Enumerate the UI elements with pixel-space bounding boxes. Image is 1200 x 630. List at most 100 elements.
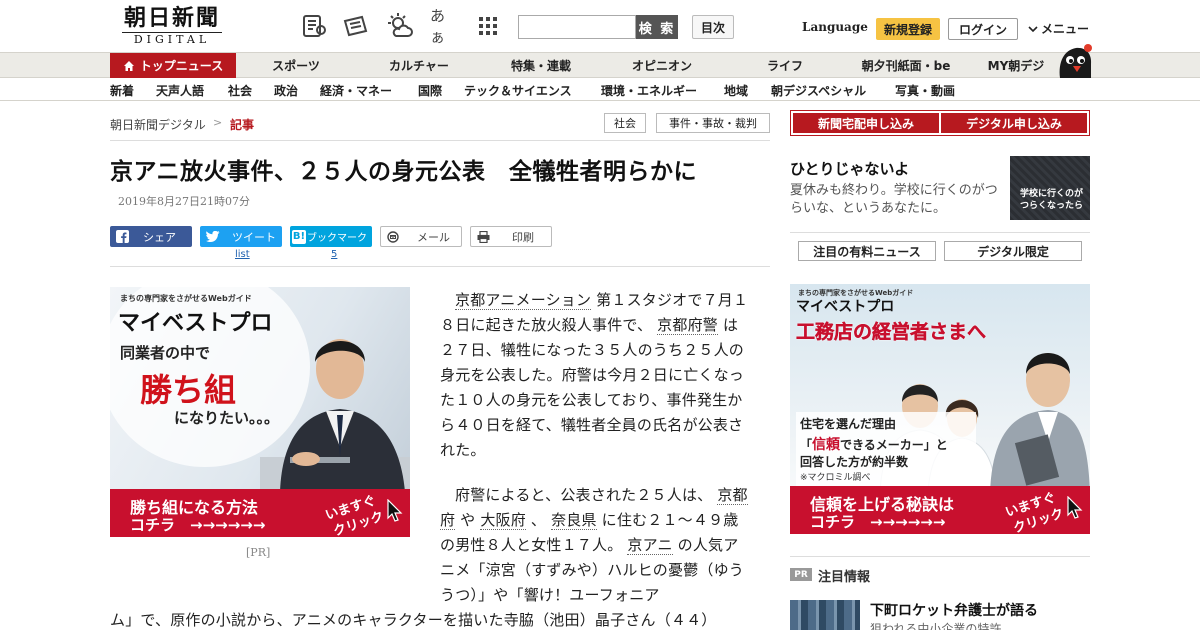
print-button[interactable]: 印刷 [470, 226, 552, 247]
sub-nav: 新着 天声人語 社会 政治 経済・マネー 国際 テック＆サイエンス 環境・エネル… [0, 79, 1200, 101]
subnav-special[interactable]: 朝デジスペシャル [771, 82, 866, 99]
menu-button[interactable]: メニュー [1028, 20, 1089, 37]
pr-label: [PR] [246, 546, 271, 559]
twitter-share-label: ツイート [232, 230, 276, 244]
cursor-icon [1067, 496, 1083, 519]
logo-jp: 朝日新聞 [123, 5, 220, 31]
menu-label: メニュー [1041, 22, 1090, 36]
keyword-kyoto-animation[interactable]: 京都アニメーション [455, 291, 592, 310]
ad-right-line2a: 「 [800, 438, 813, 452]
clip-icon[interactable] [342, 12, 370, 40]
subnav-tensei-jingo[interactable]: 天声人語 [156, 82, 204, 99]
mail-share-button[interactable]: メール [380, 226, 462, 247]
paragraph-text: 、 [525, 511, 552, 529]
promo-image[interactable]: 学校に行くのが つらくなったら [1010, 156, 1090, 220]
ad-right-line3: 回答した方が約半数 [800, 455, 909, 469]
apply-digital-button[interactable]: デジタル申し込み [941, 113, 1087, 133]
ad-right-line4: ※マクロミル調べ [800, 473, 871, 483]
nav-top-news[interactable]: トップニュース [110, 53, 236, 78]
nav-opinion[interactable]: オピニオン [600, 53, 724, 78]
tab-digital-only[interactable]: デジタル限定 [944, 241, 1082, 261]
notice-headline[interactable]: 下町ロケット弁護士が語る [870, 600, 1038, 620]
hatena-bookmark-button[interactable]: B! ブックマーク [290, 226, 372, 247]
notice-title: 注目情報 [818, 570, 871, 585]
grid-menu-icon[interactable] [474, 12, 502, 40]
pr-badge: PR [790, 568, 812, 581]
facebook-share-label: シェア [143, 230, 176, 244]
mascot-icon[interactable] [1054, 42, 1094, 80]
language-link[interactable]: Language [802, 20, 868, 34]
login-button[interactable]: ログイン [948, 18, 1018, 40]
hatena-count-link[interactable]: 5 [331, 249, 337, 260]
facebook-icon [116, 230, 129, 243]
site-header: 朝日新聞 DIGITAL あぁ 検 索 目次 Language 新規登録 ログイ… [0, 0, 1200, 52]
twitter-list-link[interactable]: list [235, 249, 250, 260]
advertisement-right[interactable]: まちの専門家をさがせるWebガイド マイベストプロ 工務店の経営者さまへ 住宅を… [790, 284, 1090, 534]
cursor-icon [387, 499, 403, 522]
promo-image-text-line2: つらくなったら [1020, 201, 1084, 211]
tab-paid-news[interactable]: 注目の有料ニュース [798, 241, 936, 261]
divider [110, 140, 770, 141]
mail-share-label: メール [417, 230, 450, 244]
hatena-share-label: ブックマーク [307, 233, 367, 244]
ad-left-cta2: コチラ →→→→→→ [130, 516, 266, 534]
nav-paper-be[interactable]: 朝夕刊紙面・be [846, 53, 966, 78]
subnav-environment[interactable]: 環境・エネルギー [601, 82, 697, 99]
ad-right-line2: 「信頼できるメーカー」と [800, 434, 948, 454]
subnav-tech-science[interactable]: テック＆サイエンス [464, 82, 572, 99]
paragraph-text: や [455, 511, 481, 529]
keyword-kyoto-police[interactable]: 京都府警 [657, 316, 718, 335]
nav-culture[interactable]: カルチャー [356, 53, 482, 78]
subnav-new[interactable]: 新着 [110, 82, 134, 99]
nav-sports[interactable]: スポーツ [236, 53, 356, 78]
advertisement-left[interactable]: まちの専門家をさがせるWebガイド マイベストプロ 同業者の中で 勝ち組 になり… [110, 287, 410, 537]
promo-title[interactable]: ひとりじゃないよ [790, 158, 909, 179]
keyword-kyoani[interactable]: 京アニ [627, 536, 673, 555]
tag-incident[interactable]: 事件・事故・裁判 [656, 113, 770, 133]
subnav-international[interactable]: 国際 [418, 82, 442, 99]
ad-right-headline: 工務店の経営者さまへ [796, 321, 987, 343]
subnav-economy[interactable]: 経済・マネー [320, 82, 392, 99]
subnav-politics[interactable]: 政治 [274, 82, 298, 99]
facebook-share-button[interactable]: シェア [110, 226, 192, 247]
search-input[interactable] [518, 15, 636, 39]
apply-box: 新聞宅配申し込み デジタル申し込み [790, 110, 1090, 136]
nav-life[interactable]: ライフ [724, 53, 846, 78]
print-label: 印刷 [512, 230, 534, 244]
divider [790, 232, 1090, 233]
newspaper-icon[interactable] [300, 12, 328, 40]
twitter-share-button[interactable]: ツイート [200, 226, 282, 247]
twitter-icon [206, 230, 220, 242]
main-nav: トップニュース スポーツ カルチャー 特集・連載 オピニオン ライフ 朝夕刊紙面… [0, 52, 1200, 78]
subnav-region[interactable]: 地域 [724, 82, 748, 99]
businessman-image [260, 339, 410, 492]
register-button[interactable]: 新規登録 [876, 18, 940, 40]
asahi-digital-logo[interactable]: 朝日新聞 DIGITAL [116, 6, 228, 48]
ad-right-line2b: 信頼 [812, 437, 841, 453]
search-button[interactable]: 検 索 [636, 15, 678, 39]
ad-left-brand: マイベストプロ [118, 311, 273, 336]
notice-subtitle[interactable]: 狙われる中小企業の特許 [870, 620, 1001, 630]
article-paragraph-2-continued: ム」で、原作の小説から、アニメのキャラクターを描いた寺脇（池田）晶子さん（４４） [110, 611, 717, 629]
breadcrumb-separator: > [213, 116, 223, 129]
subnav-photo-video[interactable]: 写真・動画 [895, 82, 955, 99]
nav-my-asadigi[interactable]: MY朝デジ [966, 53, 1066, 78]
apply-newspaper-button[interactable]: 新聞宅配申し込み [793, 113, 939, 133]
ad-right-brand: マイベストプロ [796, 299, 895, 315]
divider [110, 266, 770, 267]
keyword-osaka[interactable]: 大阪府 [480, 511, 526, 530]
toc-button[interactable]: 目次 [692, 15, 734, 39]
subnav-society[interactable]: 社会 [228, 82, 252, 99]
chevron-down-icon [1028, 25, 1038, 32]
nav-features[interactable]: 特集・連載 [482, 53, 600, 78]
notice-thumbnail[interactable] [790, 600, 860, 630]
breadcrumb-home[interactable]: 朝日新聞デジタル [110, 116, 206, 133]
printer-icon [477, 230, 490, 243]
promo-text[interactable]: 夏休みも終わり。学校に行くのがつらいな、というあなたに。 [790, 182, 1010, 218]
font-size-icon[interactable]: あぁ [430, 7, 458, 46]
breadcrumb-current: 記事 [230, 118, 255, 132]
weather-icon[interactable] [386, 12, 414, 40]
tag-society[interactable]: 社会 [604, 113, 646, 133]
ad-left-line3: になりたい。。。 [174, 409, 280, 427]
keyword-nara[interactable]: 奈良県 [551, 511, 597, 530]
